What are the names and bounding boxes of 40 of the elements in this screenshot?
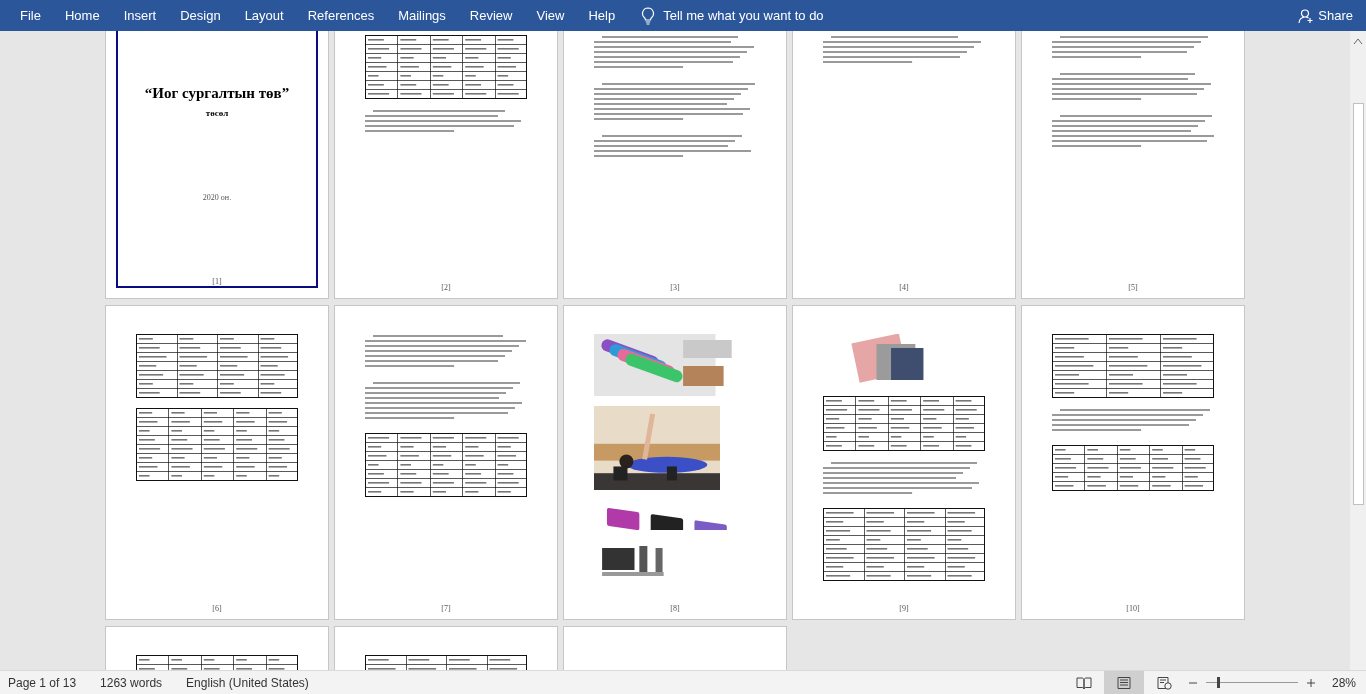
vertical-scrollbar[interactable] (1350, 31, 1366, 670)
plus-icon (1305, 677, 1316, 688)
page-number: [6] (212, 604, 222, 613)
ribbon-tab[interactable]: Review (457, 2, 525, 29)
zoom-slider-thumb[interactable] (1217, 677, 1220, 688)
ribbon-tab[interactable]: Layout (232, 2, 296, 29)
scroll-up-icon[interactable] (1353, 37, 1363, 45)
ribbon-tab[interactable]: View (524, 2, 577, 29)
page-number: [3] (670, 283, 680, 292)
page-number: [7] (441, 604, 451, 613)
scroll-thumb[interactable] (1352, 103, 1364, 505)
person-add-icon (1298, 7, 1315, 24)
page-icon (1115, 675, 1132, 690)
word-count[interactable]: 1263 words (100, 675, 163, 690)
ribbon-tab[interactable]: Mailings (386, 2, 458, 29)
year-text: 2020 он. (202, 193, 232, 202)
page-number: [2] (441, 283, 451, 292)
zoom-percentage[interactable]: 28% (1331, 675, 1356, 690)
ribbon-tab[interactable]: Home (52, 2, 112, 29)
ribbon-tab[interactable]: References (295, 2, 387, 29)
share-button[interactable]: Share (1294, 3, 1357, 28)
globe-page-icon (1155, 675, 1172, 690)
document-title: “Иог сургалтын төв” (144, 85, 290, 102)
page-number: [8] (670, 604, 680, 613)
ribbon-tab[interactable]: Insert (111, 2, 169, 29)
ribbon-tab[interactable]: File (8, 2, 53, 29)
page-number: [4] (899, 283, 909, 292)
ribbon-tab[interactable]: Help (576, 2, 628, 29)
page-number: [5] (1128, 283, 1138, 292)
language-indicator[interactable]: English (United States) (186, 675, 309, 690)
page-number: [1] (212, 277, 222, 286)
ribbon-tab[interactable]: Design (168, 2, 233, 29)
print-layout-button[interactable] (1103, 671, 1144, 694)
lightbulb-icon (641, 6, 656, 25)
document-subtitle: төсөл (205, 108, 229, 118)
tell-me-search[interactable]: Tell me what you want to do (663, 4, 824, 27)
page-count[interactable]: Page 1 of 13 (8, 675, 77, 690)
book-icon (1075, 675, 1092, 690)
page-number: [10] (1126, 604, 1140, 613)
page-number: [9] (899, 604, 909, 613)
